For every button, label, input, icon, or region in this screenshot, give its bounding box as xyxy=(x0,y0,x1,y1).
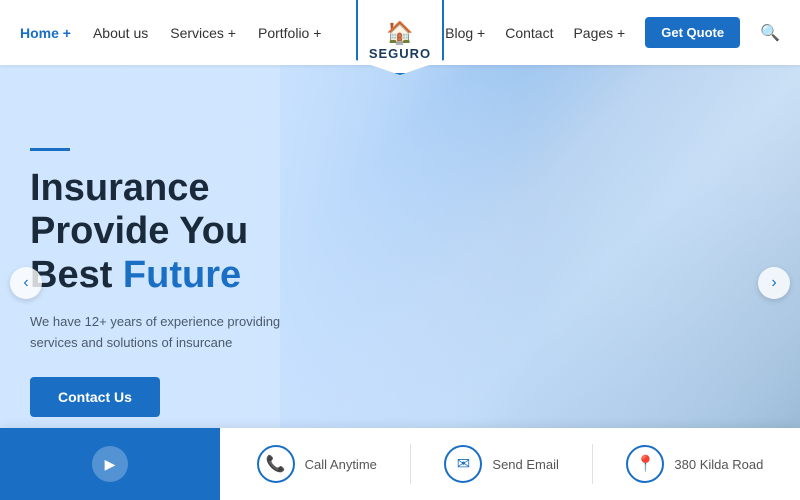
info-call: 📞 Call Anytime xyxy=(257,445,377,483)
hero-title: Insurance Provide You Best Future xyxy=(30,167,340,298)
nav-item-portfolio[interactable]: Portfolio + xyxy=(258,25,321,41)
hero-section: Insurance Provide You Best Future We hav… xyxy=(0,65,800,500)
info-divider-2 xyxy=(592,444,593,484)
info-address: 📍 380 Kilda Road xyxy=(626,445,763,483)
info-items: 📞 Call Anytime ✉ Send Email 📍 380 Kilda … xyxy=(220,444,800,484)
location-icon: 📍 xyxy=(626,445,664,483)
play-button[interactable]: ▶ xyxy=(92,446,128,482)
hero-title-line3-plain: Best xyxy=(30,254,123,296)
call-label: Call Anytime xyxy=(305,457,377,472)
next-arrow-button[interactable]: › xyxy=(758,267,790,299)
phone-icon: 📞 xyxy=(257,445,295,483)
email-icon: ✉ xyxy=(444,445,482,483)
logo-house-icon: 🏠 xyxy=(386,20,413,46)
video-play-area: ▶ xyxy=(0,428,220,500)
info-email: ✉ Send Email xyxy=(444,445,558,483)
nav-right: Blog + Contact Pages + Get Quote 🔍 xyxy=(445,17,780,48)
search-icon[interactable]: 🔍 xyxy=(760,23,780,43)
nav-item-pages[interactable]: Pages + xyxy=(573,25,625,41)
hero-title-line1: Insurance xyxy=(30,167,210,209)
logo-text: SEGURO xyxy=(369,46,431,61)
hero-subtitle: We have 12+ years of experience providin… xyxy=(30,312,330,354)
email-label: Send Email xyxy=(492,457,558,472)
info-divider-1 xyxy=(410,444,411,484)
nav-left: Home + About us Services + Portfolio + xyxy=(20,25,321,41)
nav-item-about[interactable]: About us xyxy=(93,25,148,41)
site-logo[interactable]: 🏠 SEGURO xyxy=(356,0,444,75)
bottom-info-bar: ▶ 📞 Call Anytime ✉ Send Email 📍 380 Kild… xyxy=(0,428,800,500)
contact-us-button[interactable]: Contact Us xyxy=(30,377,160,417)
hero-accent-line xyxy=(30,148,70,151)
nav-item-blog[interactable]: Blog + xyxy=(445,25,485,41)
navbar: Home + About us Services + Portfolio + 🏠… xyxy=(0,0,800,65)
nav-item-services[interactable]: Services + xyxy=(170,25,236,41)
address-label: 380 Kilda Road xyxy=(674,457,763,472)
nav-item-contact[interactable]: Contact xyxy=(505,25,553,41)
hero-title-line2: Provide You xyxy=(30,210,248,252)
prev-arrow-button[interactable]: ‹ xyxy=(10,267,42,299)
nav-item-home[interactable]: Home + xyxy=(20,25,71,41)
get-quote-button[interactable]: Get Quote xyxy=(645,17,740,48)
hero-title-highlight: Future xyxy=(123,254,241,296)
